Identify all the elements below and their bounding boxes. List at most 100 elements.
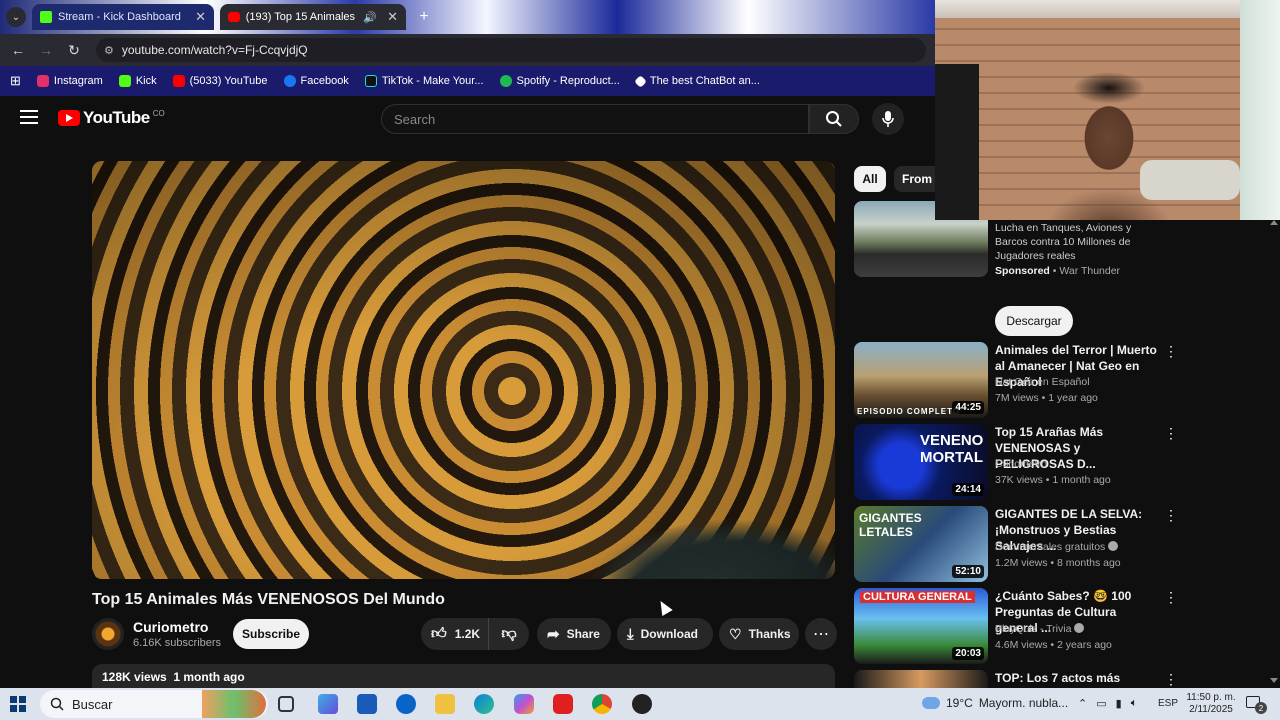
tab-kick-dashboard[interactable]: Stream - Kick Dashboard ✕ [32,4,214,30]
youtube-logo[interactable]: YouTube CO [58,108,165,128]
page-scrollbar[interactable] [1268,220,1280,688]
new-tab-button[interactable]: + [414,7,434,27]
more-dots-icon: ⋯ [813,626,829,643]
back-arrow-icon[interactable]: ← [8,40,28,60]
store-app-icon[interactable] [357,694,377,714]
taskbar-search-input[interactable]: Buscar [40,690,268,718]
forward-arrow-icon[interactable]: → [36,40,56,60]
windows-taskbar: Buscar 19°C Mayorm. nubla... ⌃ ▭ ▮ 🔈︎ ES… [0,688,1280,720]
bookmark-kick[interactable]: Kick [118,75,157,87]
search-icon [826,111,842,127]
bookmark-label: The best ChatBot an... [649,75,760,87]
apps-grid-icon[interactable]: ⊞ [10,73,21,89]
bookmark-chatbot[interactable]: The best ChatBot an... [633,74,760,88]
taskbar-search-placeholder: Buscar [72,696,113,712]
voice-search-button[interactable] [872,103,904,135]
task-view-icon[interactable] [278,696,294,712]
language-indicator[interactable]: ESP [1158,698,1178,709]
share-arrow-icon: ➦ [547,626,560,643]
description-box[interactable]: 128K views 1 month ago [92,664,835,690]
tab-search-icon[interactable]: ⌄ [6,7,26,27]
channel-avatar[interactable] [92,618,124,650]
file-explorer-icon[interactable] [435,694,455,714]
chip-from-channel[interactable]: From C [894,166,936,192]
search-input[interactable]: Search [381,104,809,134]
recommendation-channel[interactable]: Curiometro [995,458,1047,470]
video-duration: 24:14 [952,483,984,496]
bookmark-youtube[interactable]: (5033) YouTube [172,75,268,87]
close-icon[interactable]: ✕ [387,9,398,25]
share-button[interactable]: ➦ Share [537,618,611,650]
menu-icon[interactable] [20,110,38,126]
recommendation-stats: 1.2M views • 8 months ago [995,557,1121,569]
bookmark-instagram[interactable]: Instagram [36,75,103,87]
search-placeholder: Search [394,111,436,127]
recommendation-channel[interactable]: Nat Geo en Español [995,376,1090,388]
kebab-menu-icon[interactable]: ⋮ [1164,425,1178,442]
weather-widget[interactable]: 19°C Mayorm. nubla... [922,696,1068,710]
recommendation-channel[interactable]: PlayQuiz - Trivia [995,623,1085,635]
recommendation-thumbnail[interactable]: EPISODIO COMPLETO 44:25 [854,342,988,418]
microphone-icon [882,111,894,127]
kebab-menu-icon[interactable]: ⋮ [1164,343,1178,360]
thanks-button[interactable]: ♡ Thanks [719,618,799,650]
obs-app-icon[interactable] [632,694,652,714]
facebook-icon [283,75,296,87]
notification-center-icon[interactable]: 2 [1246,694,1267,714]
site-info-icon[interactable]: ⚙ [104,44,114,57]
kebab-menu-icon[interactable]: ⋮ [1164,507,1178,524]
channel-name[interactable]: Curiometro [133,619,208,635]
search-button[interactable] [809,104,859,134]
address-bar[interactable]: ⚙ youtube.com/watch?v=Fj-CcqvjdjQ [96,38,926,62]
chrome-browser-icon[interactable] [592,694,612,714]
recommendation-thumbnail[interactable]: VENENO MORTAL 24:14 [854,424,988,500]
recommendation-thumbnail[interactable] [854,670,988,688]
youtube-icon [228,12,240,22]
recommendation-thumbnail[interactable]: CULTURA GENERAL 20:03 [854,588,988,664]
widgets-app-icon[interactable] [318,694,338,714]
recommendation-channel[interactable]: Documentales gratuitos [995,541,1119,553]
download-button[interactable]: ⤓ Download [617,618,713,650]
scroll-down-arrow-icon[interactable] [1270,678,1278,683]
like-button[interactable]: 👍︎ 1.2K [421,618,489,650]
webcam-overlay [935,0,1280,220]
chevron-up-icon[interactable]: ⌃ [1078,697,1087,710]
thumbs-up-icon: 👍︎ [431,625,447,642]
network-icon[interactable]: ▭ [1096,697,1106,710]
recommendation-thumbnail[interactable]: GIGANTES LETALES 52:10 [854,506,988,582]
video-player[interactable] [92,161,835,579]
volume-icon[interactable]: 🔈︎ [1131,697,1138,710]
outlook-app-icon[interactable] [396,694,416,714]
reload-icon[interactable]: ↻ [64,40,84,60]
speaker-icon[interactable]: 🔊 [363,11,377,24]
chip-all[interactable]: All [854,166,886,192]
like-dislike-group: 👍︎ 1.2K 👎︎ [421,618,529,650]
microphone-icon[interactable]: ▮ [1116,697,1122,710]
ad-sponsored: Sponsored • War Thunder [995,265,1121,277]
scroll-up-arrow-icon[interactable] [1270,220,1278,225]
clock-date: 2/11/2025 [1189,704,1233,715]
tab-youtube-video[interactable]: (193) Top 15 Animales Más 🔊 ✕ [220,4,406,30]
clock[interactable]: 11:50 p. m. 2/11/2025 [1186,692,1236,716]
youtube-app-icon[interactable] [553,694,573,714]
spotify-icon [499,75,512,87]
close-icon[interactable]: ✕ [195,9,206,25]
recommendation-stats: 37K views • 1 month ago [995,474,1111,486]
bookmarks-bar: ⊞ Instagram Kick (5033) YouTube Facebook… [0,66,935,96]
kebab-menu-icon[interactable]: ⋮ [1164,589,1178,606]
edge-browser-icon[interactable] [474,694,494,714]
more-actions-button[interactable]: ⋯ [805,618,837,650]
windows-start-icon[interactable] [10,696,26,712]
youtube-play-icon [58,110,80,126]
bookmark-tiktok[interactable]: TikTok - Make Your... [364,75,484,87]
bookmark-spotify[interactable]: Spotify - Reproduct... [499,75,620,87]
bookmark-label: TikTok - Make Your... [381,75,484,87]
ad-download-button[interactable]: Descargar [995,306,1073,336]
kick-icon [40,11,52,23]
kebab-menu-icon[interactable]: ⋮ [1164,671,1178,688]
tab-label: (193) Top 15 Animales Más [245,11,358,23]
dislike-button[interactable]: 👎︎ [489,618,529,650]
subscribe-button[interactable]: Subscribe [233,619,309,649]
bookmark-facebook[interactable]: Facebook [283,75,349,87]
copilot-app-icon[interactable] [514,694,534,714]
